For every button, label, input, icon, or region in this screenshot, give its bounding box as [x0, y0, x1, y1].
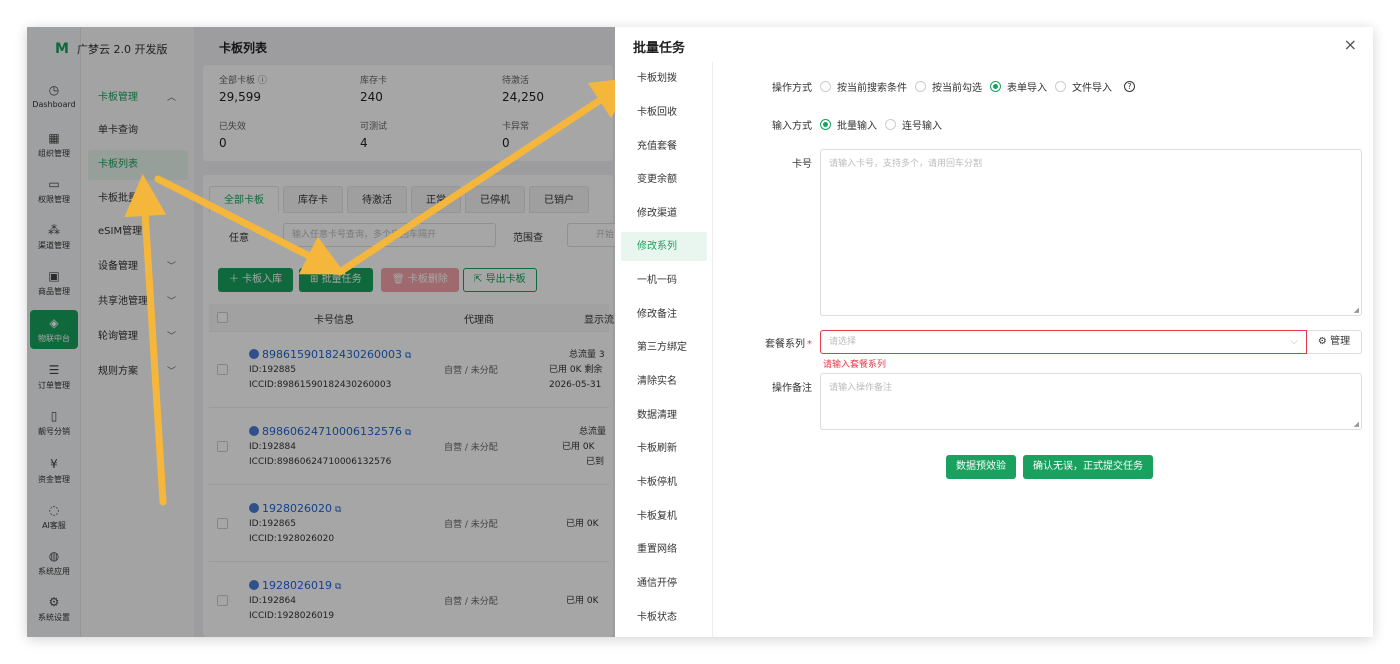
resize-grip-icon[interactable]: ◢: [1354, 420, 1359, 428]
mode-radio-form[interactable]: 表单导入: [990, 79, 1047, 94]
menu-item[interactable]: 第三方绑定: [621, 333, 707, 362]
menu-item-active[interactable]: 修改系列: [621, 232, 707, 261]
batch-task-dialog: 批量任务 × 卡板划拨 卡板回收 充值套餐 变更余额 修改渠道 修改系列 一机一…: [615, 27, 1373, 637]
mode-radio-search[interactable]: 按当前搜索条件: [820, 79, 907, 94]
submit-task-button[interactable]: 确认无误，正式提交任务: [1023, 455, 1153, 479]
menu-item[interactable]: 变更余额: [621, 165, 707, 194]
resize-grip-icon[interactable]: ◢: [1354, 306, 1359, 314]
card-label: 卡号: [792, 159, 812, 170]
precheck-button[interactable]: 数据预效验: [946, 455, 1016, 479]
menu-item[interactable]: 卡板停机: [621, 468, 707, 497]
menu-item[interactable]: 卡板复机: [621, 502, 707, 531]
menu-item[interactable]: 重置网络: [621, 535, 707, 564]
remark-textarea[interactable]: 请输入操作备注 ◢: [820, 373, 1362, 430]
close-icon[interactable]: ×: [1344, 35, 1357, 54]
series-manage-button[interactable]: ⚙ 管理: [1307, 330, 1362, 354]
menu-item[interactable]: 修改备注: [621, 300, 707, 329]
mode-label: 操作方式: [772, 83, 812, 94]
mode-radio-file[interactable]: 文件导入: [1055, 79, 1112, 94]
menu-item[interactable]: 清除实名: [621, 367, 707, 396]
series-error: 请输入套餐系列: [823, 360, 887, 370]
chevron-down-icon: ⌵: [1290, 336, 1298, 347]
menu-item[interactable]: 卡板划拨: [621, 64, 707, 93]
menu-item[interactable]: 卡板回收: [621, 98, 707, 127]
dialog-title: 批量任务: [633, 41, 686, 56]
input-label: 输入方式: [772, 121, 812, 132]
arrow-to-card-list: [124, 174, 167, 506]
input-radio-group: 批量输入 连号输入: [820, 117, 950, 132]
help-icon[interactable]: ?: [1124, 81, 1135, 92]
input-radio-serial[interactable]: 连号输入: [885, 117, 942, 132]
remark-label: 操作备注: [772, 383, 812, 394]
card-number-textarea[interactable]: 请输入卡号，支持多个，请用回车分割 ◢: [820, 149, 1362, 316]
app-window: ◷ Dashboard ▦ 组织管理 ▭ 权限管理 ⁂ 渠道管理 ▣ 商品管理 ◈ 物联中台…: [27, 27, 1373, 637]
arrow-to-batch-button: [154, 175, 346, 275]
annotation-arrows: [124, 77, 627, 506]
menu-item[interactable]: 一机一码: [621, 266, 707, 295]
mode-radio-group: 按当前搜索条件 按当前勾选 表单导入 文件导入 ?: [820, 79, 1135, 94]
menu-item[interactable]: 修改渠道: [621, 199, 707, 228]
arrow-to-dialog: [336, 77, 627, 276]
series-label: 套餐系列 *: [765, 339, 812, 350]
input-radio-batch[interactable]: 批量输入: [820, 117, 877, 132]
menu-item[interactable]: 充值套餐: [621, 132, 707, 161]
menu-item[interactable]: 卡板刷新: [621, 434, 707, 463]
mode-radio-checked[interactable]: 按当前勾选: [915, 79, 982, 94]
series-select[interactable]: 请选择 ⌵: [820, 330, 1307, 354]
task-menu: 卡板划拨 卡板回收 充值套餐 变更余额 修改渠道 修改系列 一机一码 修改备注 …: [615, 62, 713, 637]
menu-item[interactable]: 通信开停: [621, 569, 707, 598]
menu-item[interactable]: 卡板状态: [621, 603, 707, 632]
gear-icon: ⚙: [1317, 336, 1327, 347]
menu-item[interactable]: 数据清理: [621, 401, 707, 430]
